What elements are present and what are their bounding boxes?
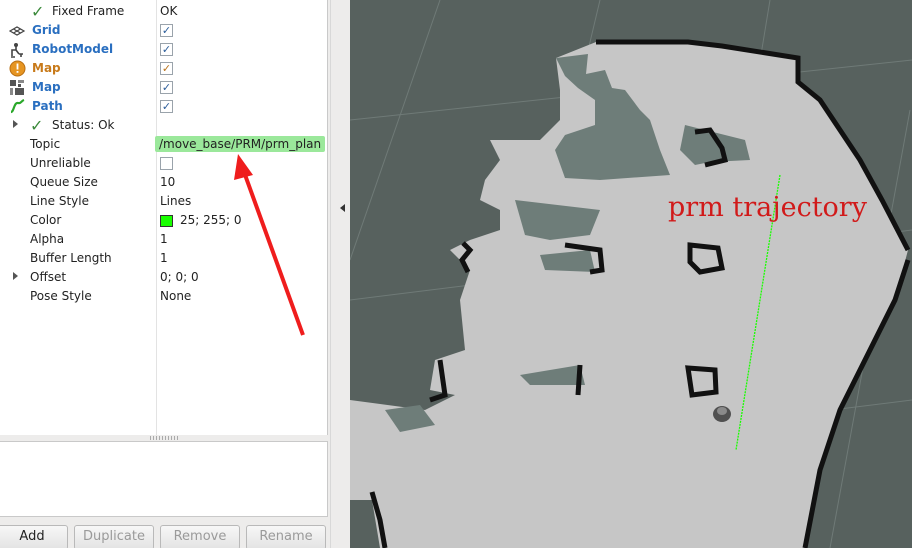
map-label: Map bbox=[32, 80, 61, 94]
grid-enabled-checkbox[interactable]: ✓ bbox=[160, 24, 173, 37]
alpha-value[interactable]: 1 bbox=[160, 232, 168, 246]
robot-marker bbox=[713, 406, 731, 422]
rename-button[interactable]: Rename bbox=[246, 525, 326, 548]
unreliable-label: Unreliable bbox=[30, 156, 91, 170]
expand-arrow-icon[interactable] bbox=[13, 120, 18, 128]
queue-size-row[interactable]: Queue Size 10 bbox=[0, 173, 327, 192]
display-row-grid[interactable]: Grid ✓ bbox=[0, 21, 327, 40]
topic-label: Topic bbox=[30, 137, 61, 151]
warning-icon bbox=[9, 60, 26, 77]
display-row-map-warning[interactable]: Map ✓ bbox=[0, 59, 327, 78]
offset-label: Offset bbox=[30, 270, 67, 284]
pose-style-row[interactable]: Pose Style None bbox=[0, 287, 327, 306]
remove-button[interactable]: Remove bbox=[160, 525, 240, 548]
queue-size-value[interactable]: 10 bbox=[160, 175, 175, 189]
alpha-row[interactable]: Alpha 1 bbox=[0, 230, 327, 249]
map-icon bbox=[9, 79, 26, 96]
pose-style-value[interactable]: None bbox=[160, 289, 191, 303]
status-row[interactable]: ✓ Status: Ok bbox=[0, 116, 327, 135]
grid-icon bbox=[8, 22, 26, 39]
expand-arrow-icon[interactable] bbox=[13, 272, 18, 280]
display-row-path[interactable]: Path ✓ bbox=[0, 97, 327, 116]
check-icon: ✓ bbox=[31, 2, 45, 21]
status-label: Status: Ok bbox=[52, 118, 115, 132]
robotmodel-label: RobotModel bbox=[32, 42, 114, 56]
path-icon bbox=[9, 98, 26, 115]
fixed-frame-label: Fixed Frame bbox=[52, 4, 125, 18]
buffer-length-label: Buffer Length bbox=[30, 251, 112, 265]
unreliable-checkbox[interactable] bbox=[160, 157, 173, 170]
add-button[interactable]: Add bbox=[0, 525, 68, 548]
color-value[interactable]: 25; 255; 0 bbox=[180, 213, 242, 227]
buffer-length-row[interactable]: Buffer Length 1 bbox=[0, 249, 327, 268]
alpha-label: Alpha bbox=[30, 232, 65, 246]
panel-splitter-handle[interactable] bbox=[150, 436, 178, 440]
map-enabled-checkbox[interactable]: ✓ bbox=[160, 81, 173, 94]
path-label: Path bbox=[32, 99, 63, 113]
line-style-row[interactable]: Line Style Lines bbox=[0, 192, 327, 211]
annotation-label: prm trajectory bbox=[668, 192, 867, 223]
map-warning-label: Map bbox=[32, 61, 61, 75]
unreliable-row[interactable]: Unreliable bbox=[0, 154, 327, 173]
path-enabled-checkbox[interactable]: ✓ bbox=[160, 100, 173, 113]
color-label: Color bbox=[30, 213, 62, 227]
duplicate-button[interactable]: Duplicate bbox=[74, 525, 154, 548]
fixed-frame-value: OK bbox=[160, 4, 178, 18]
topic-value-field[interactable]: /move_base/PRM/prm_plan bbox=[155, 136, 326, 152]
topic-row[interactable]: Topic /move_base/PRM/prm_plan bbox=[0, 135, 327, 154]
robotmodel-enabled-checkbox[interactable]: ✓ bbox=[160, 43, 173, 56]
panel-collapse-bar[interactable] bbox=[330, 0, 350, 548]
color-row[interactable]: Color 25; 255; 0 bbox=[0, 211, 327, 230]
fixed-frame-row[interactable]: ✓ Fixed Frame OK bbox=[0, 2, 327, 21]
map-warning-enabled-checkbox[interactable]: ✓ bbox=[160, 62, 173, 75]
collapse-arrow-icon[interactable] bbox=[340, 204, 345, 212]
line-style-value[interactable]: Lines bbox=[160, 194, 191, 208]
map-scene bbox=[350, 0, 912, 548]
offset-row[interactable]: Offset 0; 0; 0 bbox=[0, 268, 327, 287]
display-row-map[interactable]: Map ✓ bbox=[0, 78, 327, 97]
occupancy-map bbox=[350, 42, 908, 548]
description-box bbox=[0, 441, 328, 517]
display-row-robotmodel[interactable]: RobotModel ✓ bbox=[0, 40, 327, 59]
displays-panel: ✓ Fixed Frame OK Grid ✓ RobotModel ✓ Map bbox=[0, 0, 330, 548]
queue-size-label: Queue Size bbox=[30, 175, 98, 189]
buffer-length-value[interactable]: 1 bbox=[160, 251, 168, 265]
line-style-label: Line Style bbox=[30, 194, 89, 208]
color-swatch[interactable] bbox=[160, 215, 173, 227]
pose-style-label: Pose Style bbox=[30, 289, 92, 303]
robot-model-icon bbox=[9, 41, 26, 58]
check-icon: ✓ bbox=[30, 116, 44, 135]
grid-label: Grid bbox=[32, 23, 61, 37]
offset-value[interactable]: 0; 0; 0 bbox=[160, 270, 199, 284]
displays-tree[interactable]: ✓ Fixed Frame OK Grid ✓ RobotModel ✓ Map bbox=[0, 0, 328, 435]
3d-viewport[interactable]: prm trajectory bbox=[350, 0, 912, 548]
